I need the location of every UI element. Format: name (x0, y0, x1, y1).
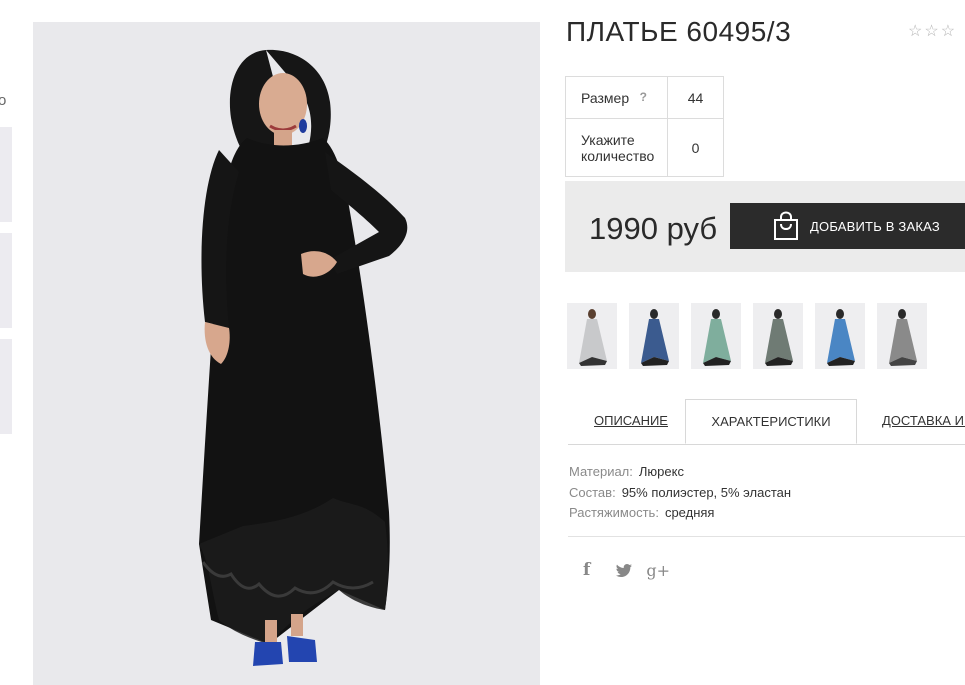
spec-value: Люрекс (638, 464, 684, 479)
social-share: f g+ (583, 560, 670, 580)
size-help-icon[interactable]: ? (640, 90, 647, 104)
left-thumbnail-column: о (0, 0, 14, 685)
twitter-icon[interactable] (616, 563, 633, 577)
spec-row: Материал: Люрекс (569, 462, 791, 483)
spec-key: Растяжимость: (569, 505, 659, 520)
left-thumbnail[interactable] (0, 127, 12, 222)
price: 1990 руб (589, 211, 718, 246)
variant-thumbnail[interactable] (753, 303, 803, 369)
left-edge-text-fragment: о (0, 92, 7, 109)
size-label-text: Размер (581, 89, 630, 106)
left-thumbnail[interactable] (0, 233, 12, 328)
googleplus-icon[interactable]: g+ (646, 561, 670, 580)
quantity-input[interactable]: 0 (667, 118, 724, 177)
add-to-order-label: ДОБАВИТЬ В ЗАКАЗ (810, 218, 940, 234)
spec-value: средняя (664, 505, 715, 520)
main-product-photo[interactable] (33, 22, 540, 685)
divider (568, 536, 965, 537)
size-selector[interactable]: 44 (667, 76, 724, 119)
color-variant-thumbnails (567, 303, 927, 369)
product-info-tabs: ОПИСАНИЕ ХАРАКТЕРИСТИКИ ДОСТАВКА И О (568, 399, 965, 445)
left-thumbnail[interactable] (0, 339, 12, 434)
characteristics-list: Материал: Люрекс Состав: 95% полиэстер, 5%… (569, 462, 791, 524)
star-icon[interactable]: ☆ (908, 24, 922, 40)
tab-delivery[interactable]: ДОСТАВКА И О (882, 399, 965, 443)
purchase-panel: 1990 руб ДОБАВИТЬ В ЗАКАЗ (565, 181, 965, 272)
size-label: Размер ? (565, 76, 668, 119)
variant-thumbnail[interactable] (567, 303, 617, 369)
facebook-icon[interactable]: f (583, 560, 590, 580)
spec-row: Растяжимость: средняя (569, 503, 791, 524)
tab-characteristics[interactable]: ХАРАКТЕРИСТИКИ (685, 399, 857, 444)
shopping-bag-icon (774, 211, 798, 240)
add-to-order-button[interactable]: ДОБАВИТЬ В ЗАКАЗ (730, 203, 965, 249)
quantity-label: Укажите количество (565, 118, 668, 177)
spec-key: Состав: (569, 484, 616, 500)
spec-value: 95% полиэстер, 5% эластан (621, 484, 792, 500)
tab-description[interactable]: ОПИСАНИЕ (594, 399, 668, 443)
spec-row: Состав: 95% полиэстер, 5% эластан (569, 483, 791, 504)
star-icon[interactable]: ☆ (941, 24, 955, 40)
variant-thumbnail[interactable] (691, 303, 741, 369)
product-options-table: Размер ? 44 Укажите количество 0 (565, 76, 724, 177)
spec-key: Материал: (569, 464, 633, 479)
rating-stars[interactable]: ☆ ☆ ☆ (908, 24, 955, 40)
variant-thumbnail[interactable] (629, 303, 679, 369)
variant-thumbnail[interactable] (815, 303, 865, 369)
variant-thumbnail[interactable] (877, 303, 927, 369)
star-icon[interactable]: ☆ (924, 24, 938, 40)
product-title: ПЛАТЬЕ 60495/3 (566, 16, 792, 47)
